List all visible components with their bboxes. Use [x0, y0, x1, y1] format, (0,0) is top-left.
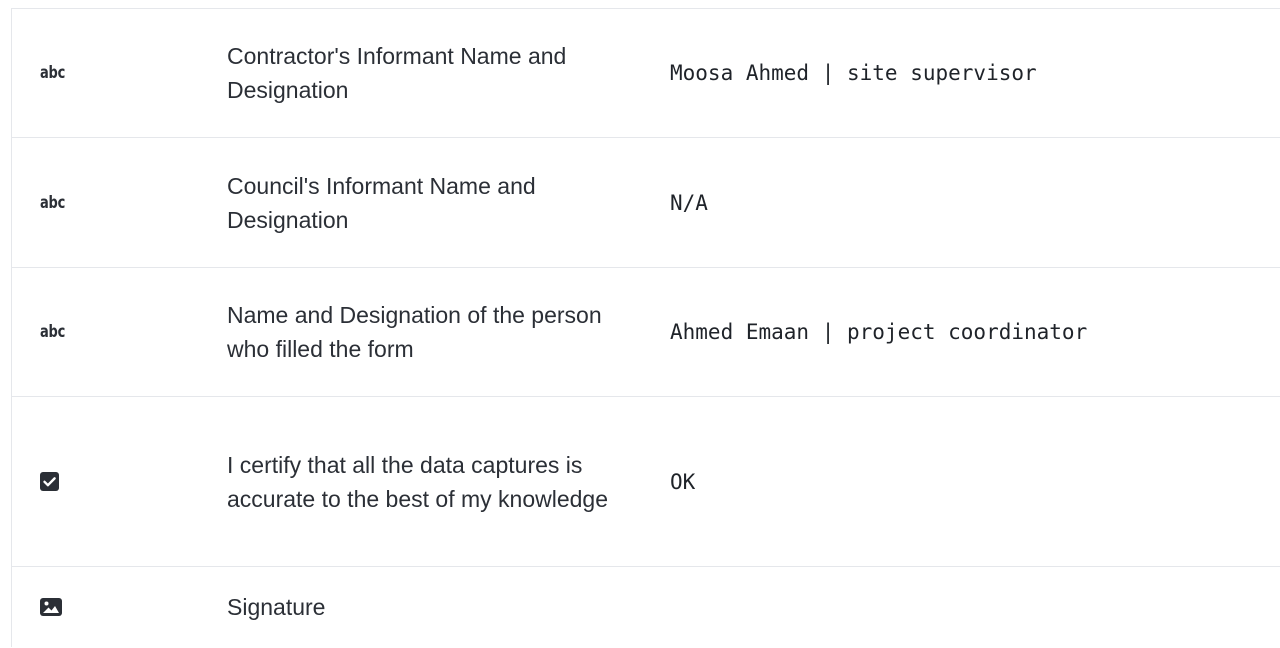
field-label: I certify that all the data captures is … [227, 451, 608, 512]
image-icon [40, 598, 62, 616]
table-row: Signature [12, 567, 1280, 647]
abc-text-icon: abc [40, 322, 66, 342]
form-summary-table: abc Contractor's Informant Name and Desi… [11, 8, 1280, 647]
field-type-cell [12, 472, 227, 491]
field-label: Contractor's Informant Name and Designat… [227, 43, 567, 103]
field-label: Signature [227, 594, 326, 620]
abc-text-icon: abc [40, 63, 66, 83]
field-value: N/A [670, 190, 708, 215]
table-row: abc Name and Designation of the person w… [12, 268, 1280, 397]
field-type-cell [12, 598, 227, 616]
table-row: abc Council's Informant Name and Designa… [12, 138, 1280, 268]
field-label: Council's Informant Name and Designation [227, 172, 536, 233]
field-type-cell: abc [12, 193, 227, 213]
checkbox-checked-icon [40, 472, 59, 491]
table-row: I certify that all the data captures is … [12, 397, 1280, 567]
table-row: abc Contractor's Informant Name and Desi… [12, 9, 1280, 138]
field-value: Ahmed Emaan | project coordinator [670, 320, 1088, 344]
field-label: Name and Designation of the person who f… [227, 302, 602, 362]
abc-text-icon: abc [40, 192, 66, 213]
field-value: Moosa Ahmed | site supervisor [670, 61, 1037, 85]
field-type-cell: abc [12, 63, 227, 83]
field-value: OK [670, 469, 696, 494]
field-type-cell: abc [12, 322, 227, 342]
